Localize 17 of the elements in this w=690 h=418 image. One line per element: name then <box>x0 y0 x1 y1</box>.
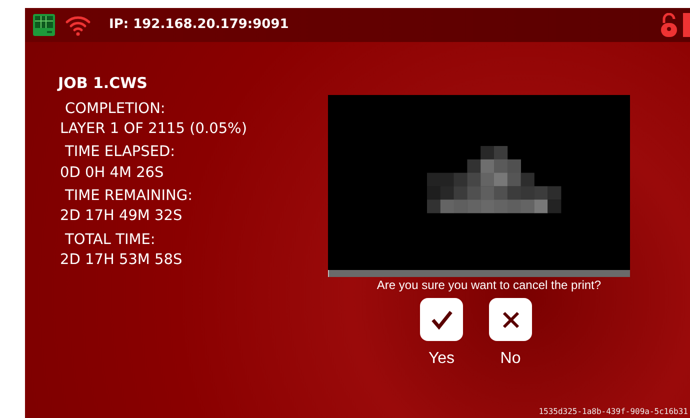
close-icon <box>502 310 520 328</box>
lock-icon[interactable] <box>661 13 677 37</box>
stat-value: 2D 17H 49M 32S <box>60 208 184 226</box>
job-id: 1535d325-1a8b-439f-909a-5c16b31 <box>538 406 688 418</box>
wifi-icon[interactable] <box>65 14 91 36</box>
cancel-question: Are you sure you want to cancel the print? <box>376 277 602 294</box>
stat-label: TIME REMAINING: <box>65 188 194 206</box>
stat-value: LAYER 1 OF 2115 (0.05%) <box>60 120 248 138</box>
printer-icon[interactable] <box>33 14 55 36</box>
stat-label: COMPLETION: <box>65 100 166 118</box>
stat-value: 0D 0H 4M 26S <box>60 164 165 182</box>
stat-label: TOTAL TIME: <box>65 232 156 250</box>
stat-label: TIME ELAPSED: <box>65 144 176 162</box>
check-icon <box>430 310 452 330</box>
stat-value: 2D 17H 53M 58S <box>60 252 184 270</box>
ip-address: IP: 192.168.20.179:9091 <box>109 16 289 34</box>
job-title: JOB 1.CWS <box>58 73 148 94</box>
